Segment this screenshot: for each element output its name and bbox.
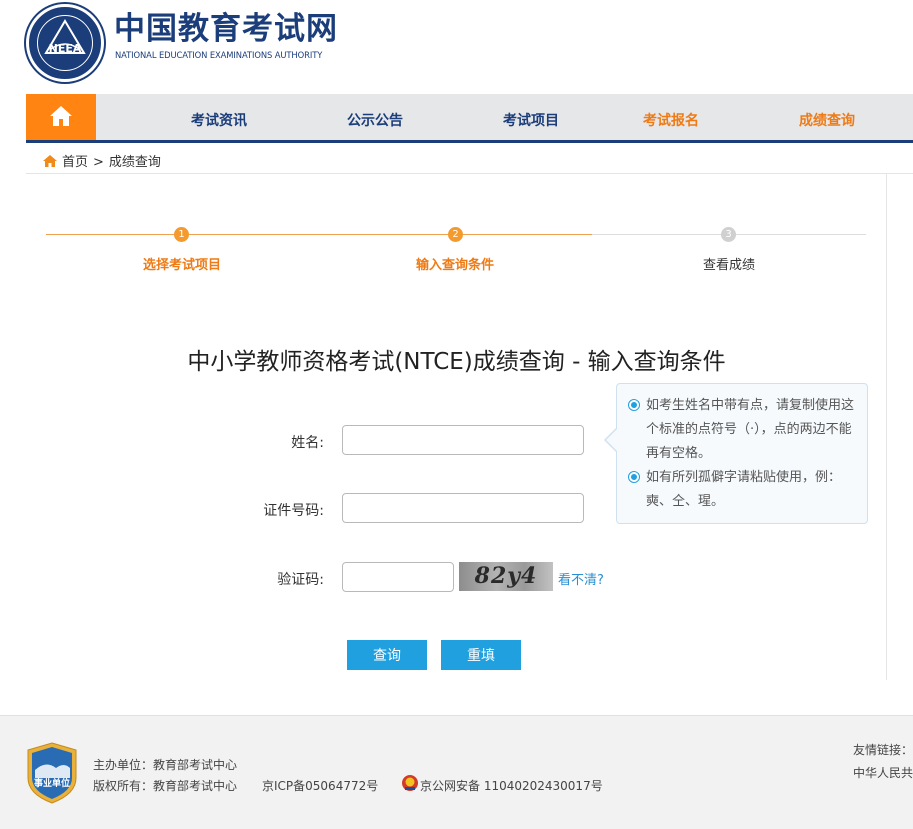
page-title: 中小学教师资格考试(NTCE)成绩查询 - 输入查询条件 bbox=[0, 342, 913, 376]
step-1-dot: 1 bbox=[174, 227, 189, 242]
name-input[interactable] bbox=[342, 425, 584, 455]
site-subtitle: NATIONAL EDUCATION EXAMINATIONS AUTHORIT… bbox=[115, 50, 323, 60]
submit-button[interactable]: 查询 bbox=[347, 640, 427, 670]
tip-bullet-icon bbox=[628, 399, 640, 411]
captcha-refresh-link[interactable]: 看不清? bbox=[558, 569, 604, 588]
nav-item-exam-projects[interactable]: 考试项目 bbox=[503, 110, 559, 130]
tip-item: 如有所列孤僻字请粘贴使用，例：奭、仝、瑆。 bbox=[628, 466, 860, 514]
nav-item-registration[interactable]: 考试报名 bbox=[643, 110, 699, 130]
step-2-dot: 2 bbox=[448, 227, 463, 242]
police-emblem-icon bbox=[402, 775, 418, 791]
nav-home-button[interactable] bbox=[26, 94, 96, 140]
breadcrumb-current: 成绩查询 bbox=[108, 155, 161, 170]
footer-sponsor: 主办单位：教育部考试中心 bbox=[93, 758, 238, 772]
id-number-input[interactable] bbox=[342, 493, 584, 523]
footer-links-label: 友情链接： bbox=[853, 743, 913, 757]
tip-bullet-icon bbox=[628, 471, 640, 483]
site-title[interactable]: 中国教育考试网 bbox=[114, 14, 338, 45]
footer-icp-link[interactable]: 京ICP备05064772号 bbox=[262, 777, 378, 794]
captcha-label: 验证码: bbox=[277, 572, 324, 588]
tip-item: 如考生姓名中带有点，请复制使用这个标准的点符号（·），点的两边不能再有空格。 bbox=[628, 394, 860, 466]
footer-police-link[interactable]: 京公网安备 11040202430017号 bbox=[420, 777, 603, 794]
step-1-label: 选择考试项目 bbox=[142, 258, 222, 273]
main-nav bbox=[26, 94, 913, 143]
reset-button[interactable]: 重填 bbox=[441, 640, 521, 670]
captcha-text: 82y4 bbox=[474, 563, 538, 589]
shield-badge-icon bbox=[27, 742, 77, 804]
tip-arrow-inner bbox=[606, 429, 617, 451]
nav-item-announcements[interactable]: 公示公告 bbox=[347, 110, 403, 130]
step-2-label: 输入查询条件 bbox=[415, 258, 495, 273]
nav-item-exam-news[interactable]: 考试资讯 bbox=[191, 110, 247, 130]
captcha-image[interactable]: 82y4 bbox=[459, 562, 553, 591]
breadcrumb-divider bbox=[26, 173, 913, 174]
footer-link-item[interactable]: 中华人民共 bbox=[853, 764, 913, 781]
step-progress-line-done bbox=[46, 234, 592, 235]
step-3-label: 查看成绩 bbox=[702, 258, 756, 273]
id-number-label: 证件号码: bbox=[263, 503, 324, 519]
name-label: 姓名: bbox=[291, 435, 324, 451]
tip-text-rare-chars: 如有所列孤僻字请粘贴使用，例：奭、仝、瑆。 bbox=[646, 470, 842, 509]
breadcrumb: 首页 > 成绩查询 bbox=[42, 151, 161, 170]
logo-text: NEEA bbox=[48, 42, 82, 55]
breadcrumb-separator: > bbox=[93, 155, 104, 170]
tip-text-dot-name: 如考生姓名中带有点，请复制使用这个标准的点符号（·），点的两边不能再有空格。 bbox=[646, 398, 855, 461]
captcha-input[interactable] bbox=[342, 562, 454, 592]
public-institution-badge[interactable]: 事业单位 bbox=[26, 742, 78, 804]
footer-copyright: 版权所有：教育部考试中心 bbox=[93, 779, 238, 793]
breadcrumb-home-icon bbox=[43, 155, 57, 167]
home-icon bbox=[50, 106, 72, 126]
step-3-dot: 3 bbox=[721, 227, 736, 242]
page-title-text: 中小学教师资格考试(NTCE)成绩查询 - 输入查询条件 bbox=[187, 349, 726, 375]
badge-text: 事业单位 bbox=[33, 779, 70, 789]
content-right-border bbox=[886, 174, 887, 680]
nav-item-score-query[interactable]: 成绩查询 bbox=[799, 110, 855, 130]
neea-logo[interactable]: NEEA bbox=[26, 4, 104, 82]
breadcrumb-home-link[interactable]: 首页 bbox=[62, 155, 88, 170]
